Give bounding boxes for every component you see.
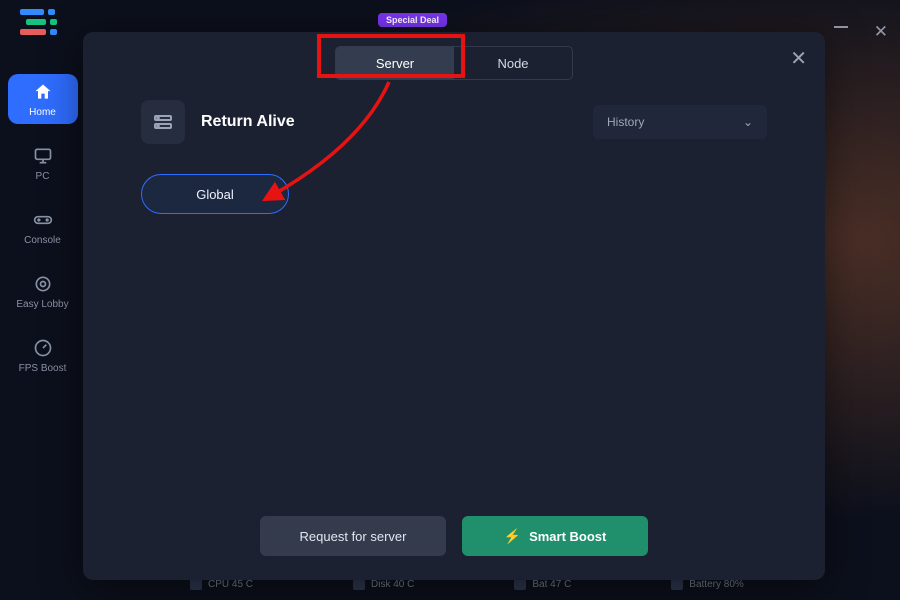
sidebar-item-label: PC	[36, 171, 50, 182]
tab-node[interactable]: Node	[454, 47, 572, 79]
server-modal: ✕ Server Node Return Alive History ⌄ Glo…	[83, 32, 825, 580]
console-icon	[33, 210, 53, 230]
sidebar-item-easy-lobby[interactable]: Easy Lobby	[8, 266, 78, 316]
sidebar-item-console[interactable]: Console	[8, 202, 78, 252]
close-icon[interactable]: ✕	[790, 46, 807, 71]
request-server-button[interactable]: Request for server	[260, 516, 446, 556]
window-close-icon[interactable]: ✕	[874, 22, 888, 42]
special-deal-badge[interactable]: Special Deal	[378, 13, 447, 27]
sidebar-item-pc[interactable]: PC	[8, 138, 78, 188]
game-title: Return Alive	[201, 113, 295, 131]
history-dropdown[interactable]: History ⌄	[593, 105, 767, 139]
server-option-global[interactable]: Global	[141, 174, 289, 214]
gauge-icon	[33, 338, 53, 358]
modal-footer: Request for server ⚡ Smart Boost	[83, 516, 825, 556]
smart-boost-button[interactable]: ⚡ Smart Boost	[462, 516, 648, 556]
tabs-row: Server Node	[105, 46, 803, 80]
sidebar-item-label: Home	[29, 107, 56, 118]
sidebar-item-fps-boost[interactable]: FPS Boost	[8, 330, 78, 380]
sidebar-item-home[interactable]: Home	[8, 74, 78, 124]
sidebar: Home PC Console Easy Lobby FPS Boost	[0, 74, 85, 380]
game-header-row: Return Alive History ⌄	[105, 100, 803, 144]
sidebar-item-label: Console	[24, 235, 61, 246]
bolt-icon: ⚡	[504, 528, 521, 545]
monitor-icon	[33, 146, 53, 166]
sidebar-item-label: FPS Boost	[19, 363, 67, 374]
game-header-left: Return Alive	[141, 100, 295, 144]
app-logo	[20, 9, 60, 39]
sidebar-item-label: Easy Lobby	[16, 299, 68, 310]
window-minimize-icon[interactable]	[834, 26, 848, 28]
home-icon	[33, 82, 53, 102]
game-icon	[141, 100, 185, 144]
tab-server[interactable]: Server	[336, 47, 454, 79]
window-controls: ✕	[834, 22, 888, 42]
chevron-down-icon: ⌄	[743, 115, 753, 129]
history-dropdown-label: History	[607, 115, 644, 129]
target-icon	[33, 274, 53, 294]
server-options: Global	[105, 174, 803, 214]
smart-boost-label: Smart Boost	[529, 529, 606, 544]
tabs: Server Node	[335, 46, 573, 80]
